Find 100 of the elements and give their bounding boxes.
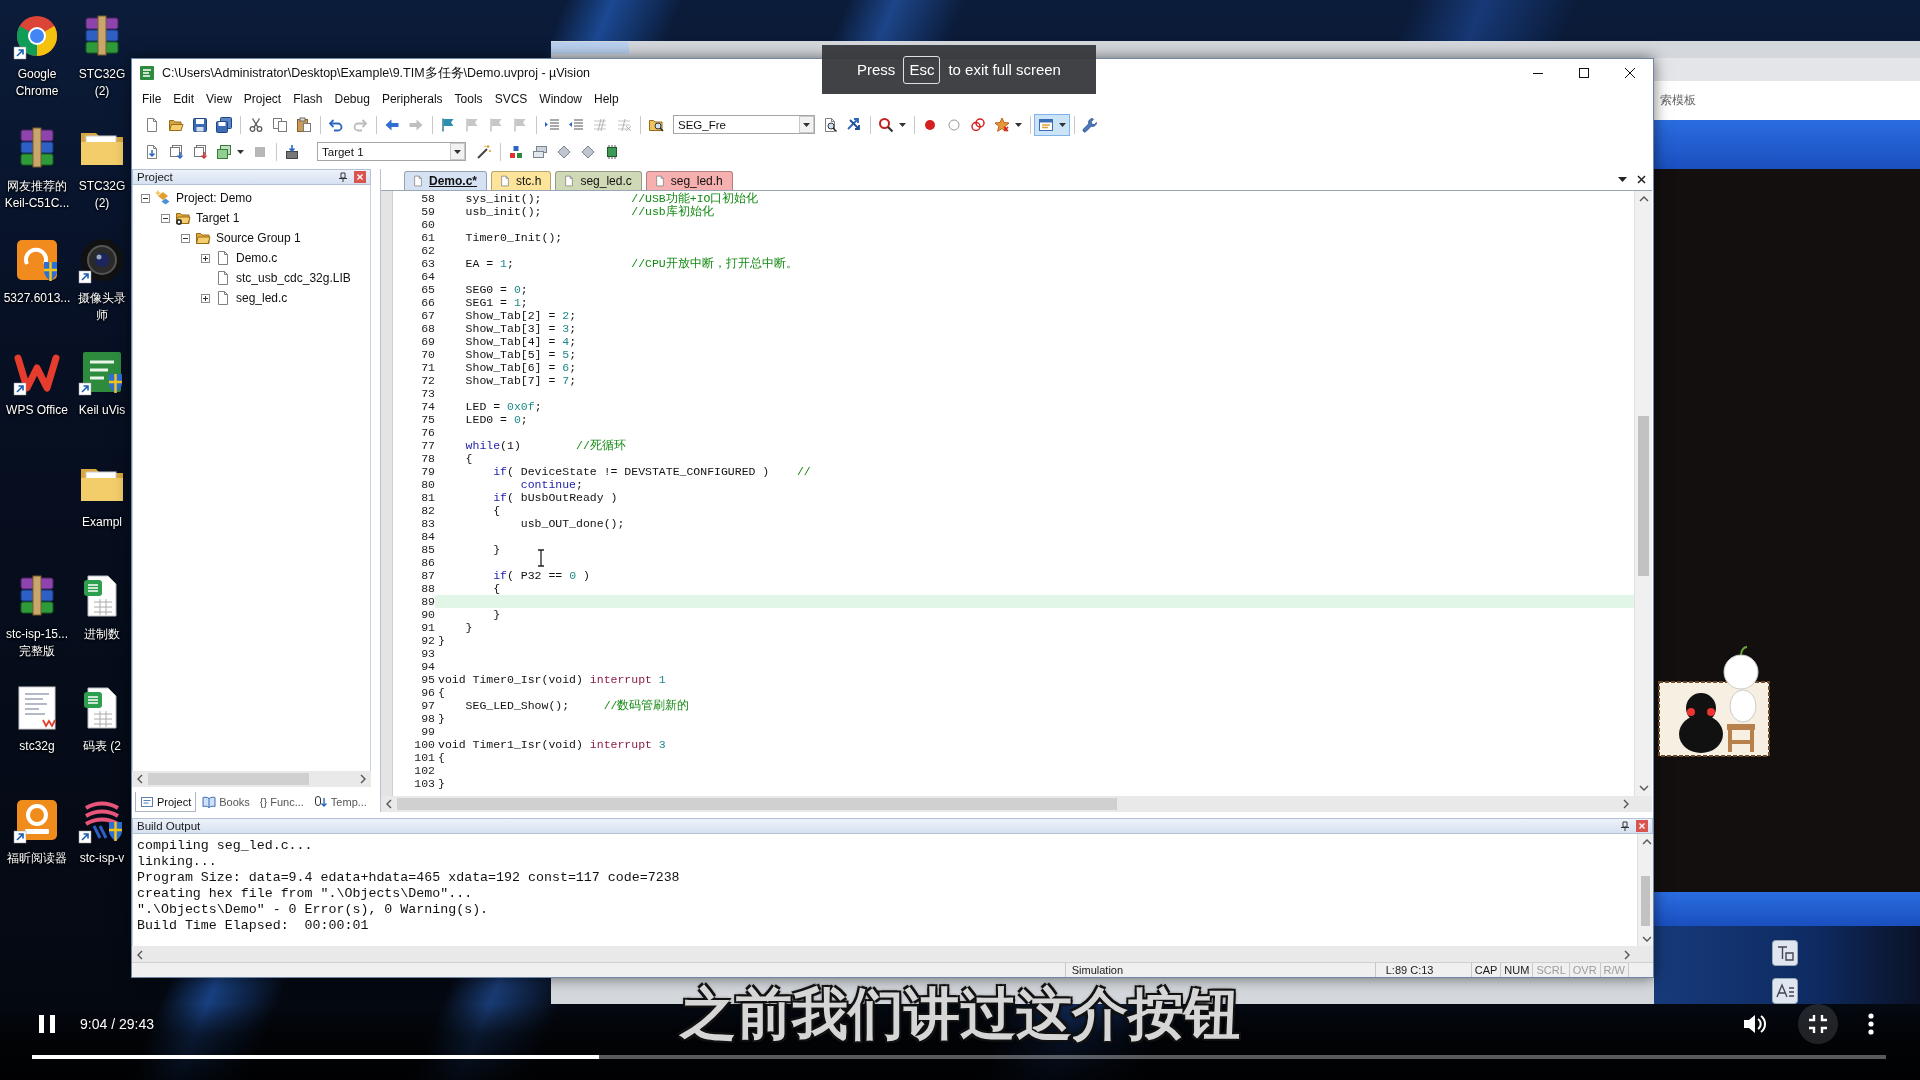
wand-icon[interactable]	[476, 143, 492, 160]
menu-item[interactable]: SVCS	[488, 90, 534, 108]
shortcut-label[interactable]: 码表 (2	[83, 738, 121, 755]
panel-tab[interactable]: Books	[198, 792, 254, 812]
editor-tab[interactable]: Demo.c*	[404, 171, 488, 190]
clipboard-icon[interactable]	[296, 116, 312, 133]
menu-item[interactable]: Tools	[448, 90, 489, 108]
scroll-thumb[interactable]	[148, 773, 310, 785]
target-select[interactable]: Target 1	[317, 142, 466, 161]
blocks-icon[interactable]	[508, 143, 524, 160]
collapse-icon[interactable]	[140, 193, 150, 203]
close-icon[interactable]	[1625, 68, 1635, 78]
rings-icon[interactable]	[970, 116, 986, 133]
arrows-icon[interactable]	[846, 116, 862, 133]
text-tool-icon[interactable]	[1772, 940, 1798, 966]
shortcut-label[interactable]: 福昕阅读器	[7, 850, 67, 867]
caret-icon[interactable]	[237, 149, 244, 154]
tree-item[interactable]: Demo.c	[236, 251, 278, 265]
panel-tab[interactable]: {} Func...	[255, 792, 308, 812]
shortcut-label[interactable]: 网友推荐的Keil-C51C...	[0, 178, 74, 212]
toolbar-button[interactable]	[1034, 113, 1070, 136]
dropdown-icon[interactable]	[799, 116, 814, 133]
volume-icon[interactable]	[1742, 1012, 1768, 1036]
shortcut-label[interactable]: 进制数	[84, 626, 120, 643]
menu-item[interactable]: Help	[588, 90, 625, 108]
document-search-icon[interactable]	[822, 116, 838, 133]
save-icon[interactable]	[192, 116, 208, 133]
indent-icon[interactable]	[544, 116, 560, 133]
menu-item[interactable]: Peripherals	[375, 90, 449, 108]
menu-item[interactable]: File	[136, 90, 168, 108]
find-field[interactable]: SEG_Fre	[673, 115, 815, 134]
diamond-icon[interactable]	[556, 143, 572, 160]
tree-item[interactable]: Source Group 1	[216, 231, 301, 245]
shortcut-label[interactable]: STC32G (2)	[74, 178, 130, 212]
pin-icon[interactable]	[1620, 821, 1630, 831]
tree-item[interactable]: stc_usb_cdc_32g.LIB	[236, 271, 351, 285]
save-all-icon[interactable]	[216, 116, 232, 133]
shortcut-label[interactable]: Keil uVis	[78, 402, 126, 419]
scroll-thumb[interactable]	[1641, 876, 1650, 926]
menu-item[interactable]: Window	[533, 90, 588, 108]
tree-item[interactable]: seg_led.c	[236, 291, 288, 305]
shortcut-label[interactable]: stc32g	[19, 738, 55, 755]
more-icon[interactable]	[1868, 1013, 1874, 1035]
shortcut-label[interactable]: Google Chrome	[0, 66, 74, 100]
shortcut-label[interactable]: stc-isp-v	[79, 850, 125, 867]
close-icon[interactable]	[1637, 175, 1646, 184]
pause-icon[interactable]	[38, 1014, 56, 1034]
shortcut-label[interactable]: WPS Office	[6, 402, 68, 419]
stack-arrow-icon[interactable]	[168, 143, 184, 160]
caret-icon[interactable]	[899, 122, 906, 127]
menu-item[interactable]: Debug	[328, 90, 376, 108]
editor-tab[interactable]: seg_led.c	[555, 171, 642, 190]
scroll-thumb[interactable]	[397, 798, 1118, 810]
editor-tab[interactable]: stc.h	[491, 171, 552, 190]
chip-icon[interactable]	[604, 143, 620, 160]
shortcut-label[interactable]: 5327.6013...	[3, 290, 71, 307]
caret-icon[interactable]	[1059, 122, 1066, 127]
expand-icon[interactable]	[200, 293, 210, 303]
layers-icon[interactable]	[532, 143, 548, 160]
maximize-icon[interactable]	[1579, 68, 1589, 78]
collapse-icon[interactable]	[180, 233, 190, 243]
star-icon[interactable]	[994, 116, 1010, 133]
diamond-icon[interactable]	[580, 143, 596, 160]
shortcut-label[interactable]: Exampl	[82, 514, 122, 531]
copy-icon[interactable]	[272, 116, 288, 133]
stack-icon[interactable]	[216, 143, 232, 160]
download-icon[interactable]	[284, 143, 300, 160]
flag-icon[interactable]	[440, 116, 456, 133]
shortcut-label[interactable]: STC32G (2)	[74, 66, 130, 100]
tree-item[interactable]: Target 1	[196, 211, 240, 225]
menu-item[interactable]: Edit	[167, 90, 201, 108]
wrench-icon[interactable]	[1082, 116, 1098, 133]
tree-item[interactable]: Project: Demo	[176, 191, 253, 205]
menu-item[interactable]: Project	[237, 90, 288, 108]
shortcut-label[interactable]: 摄像头录师	[74, 290, 130, 324]
stack-arrow-icon[interactable]	[192, 143, 208, 160]
exit-fullscreen-icon[interactable]	[1798, 1004, 1838, 1044]
dropdown-icon[interactable]	[450, 143, 465, 160]
new-file-icon[interactable]	[144, 116, 160, 133]
pin-icon[interactable]	[338, 172, 348, 182]
scissors-icon[interactable]	[248, 116, 264, 133]
panel-tab[interactable]: Temp...	[309, 792, 371, 812]
magnifier-icon[interactable]	[878, 116, 894, 133]
document-arrow-icon[interactable]	[144, 143, 160, 160]
scroll-thumb[interactable]	[1638, 416, 1649, 576]
menu-item[interactable]: View	[200, 90, 238, 108]
progress-track[interactable]	[32, 1055, 1886, 1059]
editor-tab[interactable]: seg_led.h	[645, 171, 733, 190]
outdent-icon[interactable]	[568, 116, 584, 133]
text-style-icon[interactable]	[1772, 978, 1798, 1004]
caret-icon[interactable]	[1015, 122, 1022, 127]
window-icon[interactable]	[1038, 116, 1054, 133]
code-line: }	[438, 712, 445, 725]
collapse-icon[interactable]	[160, 213, 170, 223]
camera-lens-icon[interactable]	[78, 236, 126, 284]
expand-icon[interactable]	[200, 253, 210, 263]
menu-item[interactable]: Flash	[287, 90, 329, 108]
shortcut-label[interactable]: stc-isp-15... 完整版	[0, 626, 74, 660]
dropdown-icon[interactable]	[1618, 177, 1627, 182]
panel-tab[interactable]: Project	[135, 792, 197, 812]
